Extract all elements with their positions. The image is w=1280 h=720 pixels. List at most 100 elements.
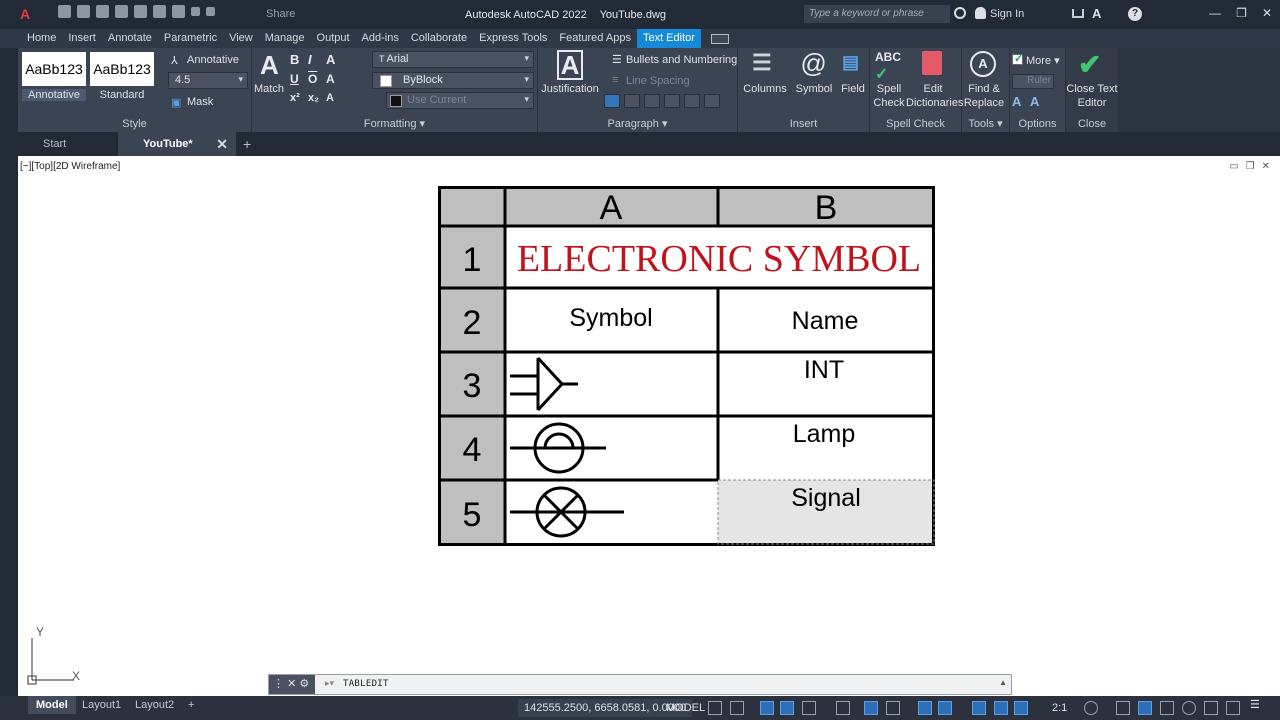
sign-in-button[interactable]: Sign In: [990, 8, 1024, 20]
tab-text-editor[interactable]: Text Editor: [636, 29, 701, 48]
command-line[interactable]: ⋮ ✕ ⚙ ▸▾ TABLEDIT ▲: [268, 674, 1012, 695]
customization-menu-icon[interactable]: ☰: [1250, 698, 1264, 712]
command-input[interactable]: TABLEDIT: [343, 679, 389, 689]
vp-close-icon[interactable]: ✕: [1262, 161, 1270, 172]
name-lamp[interactable]: Lamp: [793, 420, 856, 448]
col-header-b[interactable]: B: [815, 189, 838, 227]
tab-manage[interactable]: Manage: [259, 29, 311, 48]
name-signal[interactable]: Signal: [791, 484, 861, 512]
tools-panel-label[interactable]: Tools ▾: [962, 117, 1009, 130]
annotation-monitor-plus-icon[interactable]: [1116, 701, 1130, 715]
align-center-button[interactable]: [624, 94, 640, 108]
hardware-acceleration-icon[interactable]: [1204, 701, 1218, 715]
close-tab-icon[interactable]: ✕: [216, 132, 228, 156]
underline-icon[interactable]: U: [290, 72, 299, 86]
dynamic-ucs-icon[interactable]: [972, 701, 986, 715]
viewport-controls[interactable]: [−][Top][2D Wireframe]: [20, 161, 120, 172]
close-text-editor-button[interactable]: Close Text Editor: [1066, 82, 1118, 110]
oblique-icon[interactable]: A: [326, 92, 334, 104]
share-button[interactable]: Share: [266, 8, 295, 20]
paragraph-panel-label[interactable]: Paragraph ▾: [538, 117, 737, 130]
plot-icon[interactable]: [172, 5, 185, 18]
justification-button[interactable]: Justification: [538, 82, 602, 96]
col-header-a[interactable]: A: [600, 189, 623, 227]
case-icon[interactable]: A: [326, 72, 335, 86]
header-name[interactable]: Name: [792, 307, 859, 335]
autodesk-app-icon[interactable]: A: [1092, 6, 1101, 21]
match-button[interactable]: Match: [254, 82, 284, 96]
text-height-field[interactable]: 4.5: [168, 72, 248, 89]
close-icon[interactable]: ✕: [1262, 6, 1272, 20]
tab-layout2[interactable]: Layout2: [127, 696, 182, 714]
open-web-icon[interactable]: [134, 5, 147, 18]
paragraph-settings-button[interactable]: [704, 94, 720, 108]
minimize-icon[interactable]: —: [1209, 6, 1221, 20]
lineweight-icon[interactable]: [886, 701, 900, 715]
transparency-icon[interactable]: [918, 701, 932, 715]
row-header-1[interactable]: 1: [463, 241, 482, 279]
annotative-toggle[interactable]: Annotative: [187, 54, 239, 66]
bold-icon[interactable]: B: [290, 52, 299, 67]
tab-parametric[interactable]: Parametric: [158, 29, 223, 48]
save-as-icon[interactable]: [115, 5, 128, 18]
style-cap-standard[interactable]: Standard: [90, 89, 154, 101]
redo-icon[interactable]: [206, 7, 215, 16]
save-web-icon[interactable]: [153, 5, 166, 18]
tab-home[interactable]: Home: [21, 29, 62, 48]
new-file-icon[interactable]: [58, 5, 71, 18]
undo-icon[interactable]: [191, 7, 200, 16]
ortho-icon[interactable]: [760, 701, 774, 715]
annotation-visibility-icon[interactable]: [1014, 701, 1028, 715]
formatting-panel-label[interactable]: Formatting ▾: [252, 117, 537, 130]
color-select[interactable]: ByBlock: [372, 72, 534, 89]
annotation-scale[interactable]: 2:1: [1052, 699, 1067, 717]
cmd-recent-icon[interactable]: ▸▾: [325, 678, 334, 689]
annotation-monitor-icon[interactable]: [994, 701, 1008, 715]
doc-tab-start[interactable]: Start: [18, 132, 113, 156]
doc-tab-youtube[interactable]: YouTube* ✕: [118, 132, 236, 156]
row-header-4[interactable]: 4: [463, 431, 482, 469]
align-left-button[interactable]: [604, 94, 620, 108]
grid-icon[interactable]: [708, 701, 722, 715]
field-button[interactable]: Field: [836, 82, 870, 96]
cart-icon[interactable]: [1072, 9, 1084, 18]
strikethrough-icon[interactable]: A: [326, 52, 335, 67]
tab-model[interactable]: Model: [28, 696, 76, 714]
search-icon[interactable]: [954, 7, 966, 19]
ribbon-toggle-button[interactable]: [710, 33, 729, 44]
redo-text-icon[interactable]: A: [1030, 94, 1039, 109]
superscript-icon[interactable]: x²: [290, 92, 300, 104]
otrack-icon[interactable]: [836, 701, 850, 715]
find-replace-button[interactable]: Find & Replace: [962, 82, 1006, 110]
line-spacing-button[interactable]: Line Spacing: [626, 75, 690, 87]
table-title[interactable]: ELECTRONIC SYMBOL: [517, 238, 921, 280]
tab-featured-apps[interactable]: Featured Apps: [553, 29, 637, 48]
row-header-2[interactable]: 2: [463, 304, 482, 342]
background-mask-select[interactable]: Use Current: [386, 92, 534, 109]
help-icon[interactable]: ?: [1128, 7, 1142, 21]
units-icon[interactable]: [1138, 701, 1152, 715]
cmd-close-icon[interactable]: ✕: [287, 678, 296, 690]
osnap-icon[interactable]: [864, 701, 878, 715]
tab-add-ins[interactable]: Add-ins: [356, 29, 405, 48]
cmd-history-icon[interactable]: ▲: [999, 678, 1007, 687]
distribute-button[interactable]: [684, 94, 700, 108]
clean-screen-icon[interactable]: [1226, 701, 1240, 715]
mask-button[interactable]: Mask: [187, 96, 213, 108]
tab-layout1[interactable]: Layout1: [74, 696, 129, 714]
cmd-customize-icon[interactable]: ⚙: [299, 678, 309, 690]
vp-minimize-icon[interactable]: ▭: [1229, 161, 1238, 172]
isodraft-icon[interactable]: [802, 701, 816, 715]
style-cap-annotative[interactable]: Annotative: [22, 89, 86, 101]
quick-properties-icon[interactable]: [1160, 701, 1174, 715]
isolate-objects-icon[interactable]: [1182, 701, 1196, 715]
row-header-3[interactable]: 3: [463, 367, 482, 405]
style-tile-standard[interactable]: AaBb123: [90, 52, 154, 86]
tab-output[interactable]: Output: [311, 29, 356, 48]
row-header-5[interactable]: 5: [463, 496, 482, 534]
add-tab-icon[interactable]: +: [243, 132, 251, 156]
restore-icon[interactable]: ❐: [1236, 6, 1247, 20]
tab-express-tools[interactable]: Express Tools: [473, 29, 553, 48]
font-select[interactable]: T Arial: [372, 51, 534, 68]
name-int[interactable]: INT: [804, 356, 844, 384]
